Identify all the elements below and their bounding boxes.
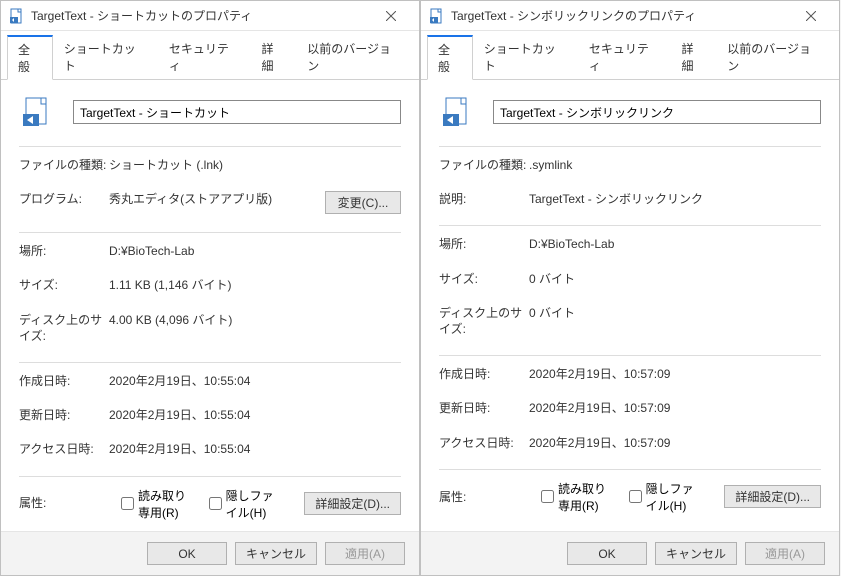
cancel-button[interactable]: キャンセル: [235, 542, 317, 565]
attr-label: 属性:: [19, 495, 109, 511]
filename-input[interactable]: [73, 100, 401, 124]
disksize-value: 0 バイト: [529, 305, 821, 321]
size-value: 1.11 KB (1,146 バイト): [109, 277, 401, 293]
readonly-checkbox[interactable]: 読み取り専用(R): [121, 487, 197, 521]
file-large-icon: [439, 94, 475, 130]
hidden-label: 隠しファイル(H): [226, 487, 285, 521]
file-header: [439, 94, 821, 130]
accessed-value: 2020年2月19日、10:55:04: [109, 441, 401, 457]
change-button[interactable]: 変更(C)...: [325, 191, 401, 214]
filetype-label: ファイルの種類:: [19, 157, 109, 173]
separator: [19, 146, 401, 147]
tab-shortcut[interactable]: ショートカット: [473, 35, 578, 79]
readonly-label: 読み取り専用(R): [558, 480, 617, 514]
window-title: TargetText - ショートカットのプロパティ: [31, 7, 371, 24]
ok-button[interactable]: OK: [147, 542, 227, 565]
size-value: 0 バイト: [529, 271, 821, 287]
tab-strip: 全般 ショートカット セキュリティ 詳細 以前のバージョン: [1, 31, 419, 80]
cancel-button[interactable]: キャンセル: [655, 542, 737, 565]
ok-button[interactable]: OK: [567, 542, 647, 565]
attr-label: 属性:: [439, 489, 529, 505]
location-label: 場所:: [19, 243, 109, 259]
tab-details[interactable]: 詳細: [250, 35, 296, 79]
close-button[interactable]: [791, 2, 831, 30]
accessed-label: アクセス日時:: [19, 441, 109, 457]
filetype-label: ファイルの種類:: [439, 157, 529, 173]
advanced-button[interactable]: 詳細設定(D)...: [304, 492, 401, 515]
location-value: D:¥BioTech-Lab: [109, 243, 401, 259]
program-label: プログラム:: [19, 191, 109, 207]
separator: [439, 355, 821, 356]
tab-previous-versions[interactable]: 以前のバージョン: [716, 35, 833, 79]
created-label: 作成日時:: [439, 366, 529, 382]
location-label: 場所:: [439, 236, 529, 252]
accessed-value: 2020年2月19日、10:57:09: [529, 435, 821, 451]
separator: [439, 225, 821, 226]
file-large-icon: [19, 94, 55, 130]
separator: [439, 146, 821, 147]
separator: [19, 232, 401, 233]
window-title: TargetText - シンボリックリンクのプロパティ: [451, 7, 791, 24]
close-button[interactable]: [371, 2, 411, 30]
modified-value: 2020年2月19日、10:57:09: [529, 400, 821, 416]
tab-details[interactable]: 詳細: [670, 35, 716, 79]
tab-security[interactable]: セキュリティ: [578, 35, 671, 79]
hidden-checkbox[interactable]: 隠しファイル(H): [209, 487, 285, 521]
desc-value: TargetText - シンボリックリンク: [529, 191, 821, 207]
tab-previous-versions[interactable]: 以前のバージョン: [296, 35, 413, 79]
tab-content: ファイルの種類:.symlink 説明: TargetText - シンボリック…: [421, 80, 839, 531]
titlebar: TargetText - ショートカットのプロパティ: [1, 1, 419, 31]
disksize-label: ディスク上のサイズ:: [439, 305, 529, 337]
properties-dialog-right: TargetText - シンボリックリンクのプロパティ 全般 ショートカット …: [420, 0, 840, 576]
tab-general[interactable]: 全般: [7, 35, 53, 80]
button-bar: OK キャンセル 適用(A): [1, 531, 419, 575]
modified-label: 更新日時:: [439, 400, 529, 416]
modified-label: 更新日時:: [19, 407, 109, 423]
hidden-checkbox[interactable]: 隠しファイル(H): [629, 480, 705, 514]
hidden-label: 隠しファイル(H): [646, 480, 705, 514]
size-label: サイズ:: [439, 271, 529, 287]
tab-shortcut[interactable]: ショートカット: [53, 35, 158, 79]
separator: [439, 469, 821, 470]
accessed-label: アクセス日時:: [439, 435, 529, 451]
filetype-value: ショートカット (.lnk): [109, 157, 401, 173]
apply-button[interactable]: 適用(A): [325, 542, 405, 565]
file-header: [19, 94, 401, 130]
tab-content: ファイルの種類:ショートカット (.lnk) プログラム: 秀丸エディタ(ストア…: [1, 80, 419, 531]
apply-button[interactable]: 適用(A): [745, 542, 825, 565]
disksize-label: ディスク上のサイズ:: [19, 312, 109, 344]
disksize-value: 4.00 KB (4,096 バイト): [109, 312, 401, 328]
location-value: D:¥BioTech-Lab: [529, 236, 821, 252]
file-icon: [9, 8, 25, 24]
titlebar: TargetText - シンボリックリンクのプロパティ: [421, 1, 839, 31]
file-icon: [429, 8, 445, 24]
filetype-value: .symlink: [529, 157, 821, 173]
filename-input[interactable]: [493, 100, 821, 124]
advanced-button[interactable]: 詳細設定(D)...: [724, 485, 821, 508]
tab-security[interactable]: セキュリティ: [158, 35, 251, 79]
tab-general[interactable]: 全般: [427, 35, 473, 80]
properties-dialog-left: TargetText - ショートカットのプロパティ 全般 ショートカット セキ…: [0, 0, 420, 576]
program-value: 秀丸エディタ(ストアアプリ版): [109, 191, 317, 207]
readonly-checkbox[interactable]: 読み取り専用(R): [541, 480, 617, 514]
readonly-label: 読み取り専用(R): [138, 487, 197, 521]
separator: [19, 362, 401, 363]
size-label: サイズ:: [19, 277, 109, 293]
modified-value: 2020年2月19日、10:55:04: [109, 407, 401, 423]
created-value: 2020年2月19日、10:57:09: [529, 366, 821, 382]
button-bar: OK キャンセル 適用(A): [421, 531, 839, 575]
desc-label: 説明:: [439, 191, 529, 207]
created-value: 2020年2月19日、10:55:04: [109, 373, 401, 389]
tab-strip: 全般 ショートカット セキュリティ 詳細 以前のバージョン: [421, 31, 839, 80]
created-label: 作成日時:: [19, 373, 109, 389]
separator: [19, 476, 401, 477]
